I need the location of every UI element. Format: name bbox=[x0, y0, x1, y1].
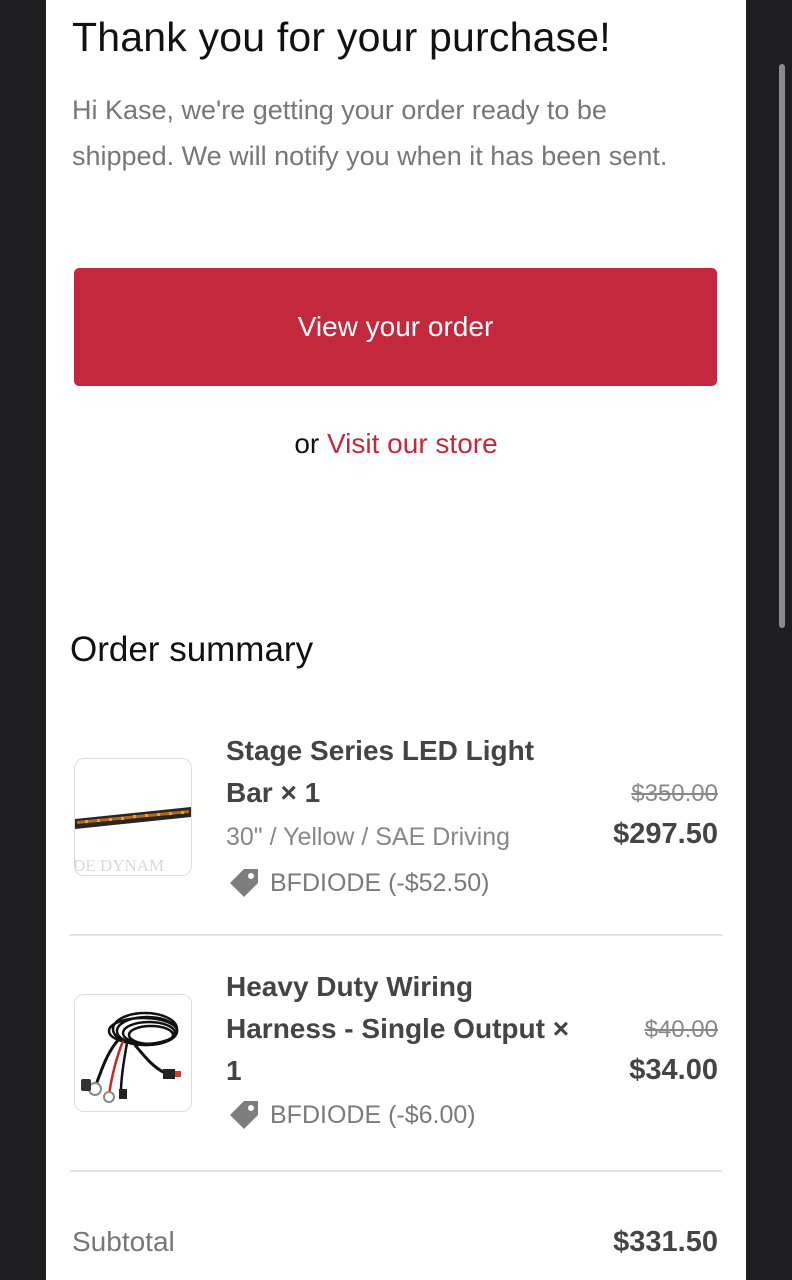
right-frame bbox=[746, 0, 792, 1280]
item-info: Stage Series LED Light Bar × 1 30" / Yel… bbox=[226, 730, 576, 906]
store-line: or Visit our store bbox=[46, 428, 746, 460]
left-frame bbox=[0, 0, 46, 1280]
watermark-text: DE DYNAM bbox=[75, 856, 164, 875]
intro-text: Hi Kase, we're getting your order ready … bbox=[72, 95, 668, 171]
discount-code: BFDIODE (-$6.00) bbox=[270, 1101, 476, 1129]
item-divider bbox=[70, 934, 722, 936]
item-name: Stage Series LED Light Bar × 1 bbox=[226, 735, 535, 808]
email-card: Thank you for your purchase! Hi Kase, we… bbox=[46, 0, 746, 1280]
item-prices: $350.00 $297.50 bbox=[613, 774, 718, 854]
discount-row: BFDIODE (-$6.00) bbox=[226, 1092, 576, 1138]
page-title: Thank you for your purchase! bbox=[72, 14, 611, 60]
view-order-button[interactable]: View your order bbox=[74, 268, 717, 386]
subtotal-value: $331.50 bbox=[613, 1226, 718, 1258]
item-info: Heavy Duty Wiring Harness - Single Outpu… bbox=[226, 966, 576, 1138]
scrollbar[interactable] bbox=[779, 64, 785, 628]
item-name: Heavy Duty Wiring Harness - Single Outpu… bbox=[226, 971, 570, 1086]
discount-code: BFDIODE (-$52.50) bbox=[270, 869, 490, 897]
item-divider bbox=[70, 1170, 722, 1172]
visit-store-link[interactable]: Visit our store bbox=[327, 428, 498, 459]
original-price: $350.00 bbox=[631, 780, 718, 807]
discounted-price: $34.00 bbox=[629, 1054, 718, 1086]
subtotal-label: Subtotal bbox=[72, 1226, 175, 1257]
light-bar-image: DE DYNAM bbox=[74, 758, 192, 876]
price-tag-icon bbox=[230, 869, 258, 897]
wiring-harness-image bbox=[74, 994, 192, 1112]
item-variant: 30" / Yellow / SAE Driving bbox=[226, 823, 511, 851]
order-summary-title: Order summary bbox=[70, 630, 314, 669]
or-text: or bbox=[294, 428, 320, 459]
price-tag-icon bbox=[230, 1101, 258, 1129]
discount-row: BFDIODE (-$52.50) bbox=[226, 860, 576, 906]
original-price: $40.00 bbox=[644, 1016, 718, 1043]
discounted-price: $297.50 bbox=[613, 818, 718, 850]
item-prices: $40.00 $34.00 bbox=[629, 1010, 718, 1090]
